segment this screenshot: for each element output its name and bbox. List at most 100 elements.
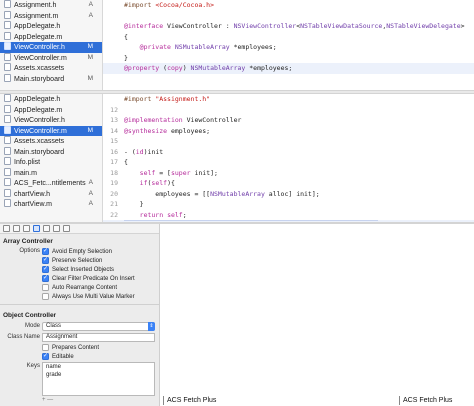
prepares-content-checkbox[interactable] [42,344,49,351]
keys-table[interactable]: name grade [42,362,155,396]
code-line[interactable]: 14 @synthesize employees; [103,126,474,137]
navigator-file-item[interactable]: Assignment.h A [0,0,102,11]
code-token: { [124,158,128,166]
editable-checkbox[interactable]: ✓ [42,353,49,360]
scm-status-badge: M [87,74,93,82]
code-line[interactable]: 22 return self; [103,210,474,221]
array-controller-title: Array Controller [3,238,53,245]
connections-inspector-icon[interactable] [53,225,60,232]
navigator-file-item[interactable]: Assets.xcassets [0,136,102,147]
navigator-file-item[interactable]: ViewController.m M [0,52,102,64]
navigator-file-item[interactable]: main.m [0,167,102,179]
code-line[interactable]: @private NSMutableArray *employees; [103,42,474,53]
navigator-file-item[interactable]: chartView.h A [0,188,102,200]
quick-help-icon[interactable] [13,225,20,232]
option-checkbox[interactable]: ✓ [42,266,49,273]
navigator-file-item[interactable]: chartView.m A [0,199,102,210]
code-token: self [167,210,183,219]
scm-status-badge: A [88,1,93,8]
code-text: @private NSMutableArray *employees; [124,42,277,53]
code-editor-implementation[interactable]: #import "Assignment.h" 12 13 @implementatio… [103,94,474,222]
code-line[interactable]: 19 if(self){ [103,178,474,189]
navigator-file-item[interactable]: Assets.xcassets [0,63,102,74]
code-line[interactable]: 21 } [103,199,474,210]
file-icon [4,125,11,134]
navigator-file-item[interactable]: ViewController.h [0,115,102,126]
array-controller-option[interactable]: ✓ Preserve Selection [42,256,102,265]
code-text: @interface ViewController : NSViewContro… [124,21,465,32]
canvas-window-title[interactable]: ACS Fetch Plus [163,396,216,405]
code-text: return self; [124,210,187,221]
array-controller-option[interactable]: ✓ Select Inserted Objects [42,265,114,274]
line-number: 18 [110,168,118,177]
class-name-field[interactable]: Assignment [42,333,155,342]
code-line[interactable]: 15 [103,136,474,147]
code-editor-header[interactable]: #import <Cocoa/Cocoa.h> @interface ViewCo… [103,0,474,90]
file-icon [4,63,11,71]
array-controller-option[interactable]: Auto Rearrange Content [42,283,117,292]
line-number: 16 [110,147,118,156]
file-icon [4,31,11,40]
popup-chevron-icon: ⇕ [148,322,155,331]
code-line[interactable]: #import "Assignment.h" [103,94,474,105]
file-name: AppDelegate.h [14,96,61,103]
identity-inspector-icon[interactable] [23,225,30,232]
navigator-file-item[interactable]: AppDelegate.h [0,21,102,32]
option-checkbox[interactable]: ✓ [42,275,49,282]
code-line[interactable]: 13 @implementation ViewController [103,115,474,126]
code-line[interactable]: 18 self = [super init]; [103,168,474,179]
code-line[interactable]: @property (copy) NSMutableArray *employe… [103,63,474,74]
attributes-inspector: Array Controller Options ✓ Avoid Empty Sel… [0,224,160,406]
code-line[interactable]: 12 [103,105,474,116]
prepares-content-option[interactable]: Prepares Content [42,343,99,352]
navigator-file-item[interactable]: ViewController.m M [0,125,102,136]
option-checkbox[interactable]: ✓ [42,257,49,264]
key-item[interactable]: grade [46,372,151,380]
code-token: )init [143,147,164,156]
code-token: *employees; [229,43,277,51]
array-controller-option[interactable]: Always Use Multi Value Marker [42,292,135,301]
canvas-window-title-second[interactable]: ACS Fetch Plus [399,396,452,405]
option-checkbox[interactable] [42,293,49,300]
navigator-file-item[interactable]: Info.plist [0,157,102,168]
navigator-file-item[interactable]: AppDelegate.h [0,94,102,105]
file-inspector-icon[interactable] [3,225,10,232]
navigator-file-item[interactable]: Assignment.m A [0,10,102,22]
code-token: - ( [124,147,136,156]
array-controller-option[interactable]: ✓ Avoid Empty Selection [42,247,112,256]
array-controller-option[interactable]: ✓ Clear Filter Predicate On Insert [42,274,135,283]
keys-add-remove-controls[interactable]: + — [42,397,53,403]
navigator-file-item[interactable]: ACS_Fetc...ntitlements A [0,178,102,189]
file-icon [4,10,11,19]
code-line[interactable]: } [103,53,474,64]
mode-popup[interactable]: Class ⇕ [42,322,155,331]
code-line[interactable]: 20 employees = [[NSMutableArray alloc] i… [103,189,474,200]
line-number: 22 [110,210,118,219]
navigator-file-item[interactable]: AppDelegate.m [0,104,102,116]
navigator-file-item[interactable]: Main.storyboard [0,146,102,158]
navigator-file-item[interactable]: AppDelegate.m [0,31,102,43]
code-token: ) [182,64,191,72]
code-line[interactable]: 17 { [103,157,474,168]
editable-option[interactable]: ✓ Editable [42,352,74,361]
size-inspector-icon[interactable] [43,225,50,232]
navigator-file-item[interactable]: Main.storyboard M [0,73,102,85]
option-checkbox[interactable] [42,284,49,291]
file-name: Assignment.m [14,12,59,20]
file-name: AppDelegate.m [14,33,63,41]
code-line[interactable] [103,11,474,22]
key-item[interactable]: name [46,364,151,372]
bindings-inspector-icon[interactable] [63,225,70,232]
code-line[interactable]: { [103,32,474,43]
attributes-inspector-icon[interactable] [33,225,40,232]
code-line[interactable]: 16 - (id)init [103,147,474,158]
code-token: <Cocoa/Cocoa.h> [155,1,215,9]
code-line[interactable]: #import <Cocoa/Cocoa.h> [103,0,474,11]
line-number: 20 [110,189,118,198]
navigator-file-item[interactable]: ViewController.h M [0,42,102,53]
file-icon [4,199,11,207]
file-name: AppDelegate.m [14,106,63,114]
file-icon [4,167,11,176]
code-line[interactable]: @interface ViewController : NSViewContro… [103,21,474,32]
option-checkbox[interactable]: ✓ [42,248,49,255]
